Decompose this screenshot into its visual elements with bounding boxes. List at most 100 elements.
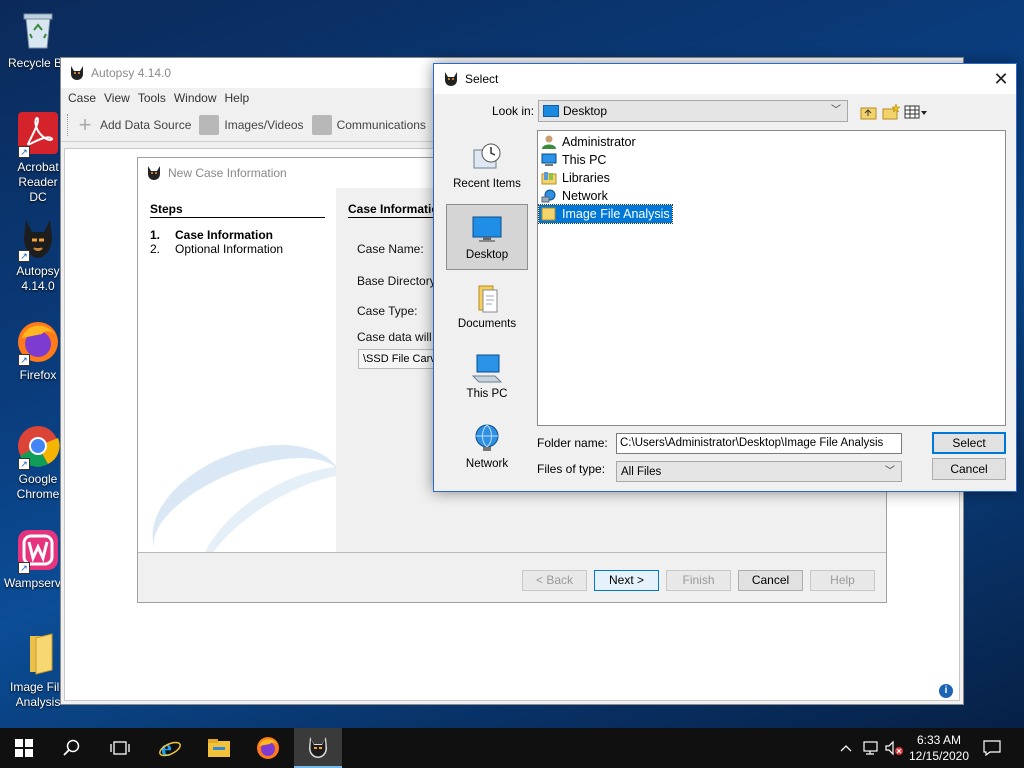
acrobat-reader-icon: ↗ bbox=[16, 112, 60, 158]
place-label: This PC bbox=[466, 388, 508, 400]
desktop-monitor-icon bbox=[543, 105, 559, 117]
place-desktop[interactable]: Desktop bbox=[446, 204, 528, 270]
select-button[interactable]: Select bbox=[932, 432, 1006, 454]
communications-button[interactable]: Communications bbox=[311, 114, 426, 135]
up-folder-icon[interactable] bbox=[860, 103, 878, 121]
files-of-type-dropdown[interactable]: All Files ﹀ bbox=[616, 461, 902, 482]
new-folder-icon[interactable] bbox=[882, 103, 901, 121]
menu-window[interactable]: Window bbox=[170, 91, 221, 105]
look-in-label: Look in: bbox=[492, 104, 535, 118]
desktop-icon-label: Image File Analysis bbox=[9, 680, 67, 709]
recent-items-icon bbox=[471, 142, 503, 174]
place-label: Network bbox=[465, 458, 509, 470]
tray-overflow-button[interactable] bbox=[836, 728, 856, 768]
folder-name-label: Folder name: bbox=[537, 436, 608, 450]
select-dialog-titlebar[interactable]: Select ✕ bbox=[434, 64, 1016, 94]
documents-icon bbox=[471, 282, 503, 314]
search-button[interactable] bbox=[48, 728, 96, 768]
desktop-icon-label: Recycle Bin bbox=[8, 56, 68, 70]
add-data-source-button[interactable]: + Add Data Source bbox=[75, 113, 192, 135]
file-explorer-icon bbox=[208, 739, 230, 757]
place-network[interactable]: Network bbox=[446, 414, 528, 480]
list-item[interactable]: Libraries bbox=[539, 169, 612, 187]
wizard-cancel-button[interactable]: Cancel bbox=[738, 570, 803, 591]
place-this-pc[interactable]: This PC bbox=[446, 344, 528, 410]
taskbar-firefox[interactable] bbox=[244, 728, 292, 768]
back-button[interactable]: < Back bbox=[522, 570, 587, 591]
autopsy-window-title: Autopsy 4.14.0 bbox=[91, 66, 172, 80]
desktop-icon-label: Google Chrome bbox=[16, 472, 60, 501]
select-cancel-button[interactable]: Cancel bbox=[932, 458, 1006, 480]
autopsy-app-icon bbox=[71, 66, 83, 80]
start-button[interactable] bbox=[0, 728, 48, 768]
list-item[interactable]: Image File Analysis bbox=[538, 204, 673, 224]
user-icon bbox=[542, 135, 556, 149]
computer-icon bbox=[541, 153, 557, 166]
help-button[interactable]: Help bbox=[810, 570, 875, 591]
shortcut-arrow-icon: ↗ bbox=[18, 146, 30, 158]
menu-view[interactable]: View bbox=[100, 91, 134, 105]
menu-help[interactable]: Help bbox=[221, 91, 254, 105]
finish-button[interactable]: Finish bbox=[666, 570, 731, 591]
select-dialog-title: Select bbox=[465, 72, 499, 86]
action-center-button[interactable] bbox=[980, 728, 1004, 768]
navigation-tools bbox=[860, 103, 928, 121]
folder-icon bbox=[541, 207, 556, 221]
notification-icon bbox=[983, 740, 1001, 756]
place-label: Recent Items bbox=[453, 178, 521, 190]
taskbar-autopsy[interactable] bbox=[294, 728, 342, 768]
clock-time: 6:33 AM bbox=[916, 733, 962, 747]
taskbar-file-explorer[interactable] bbox=[195, 728, 243, 768]
steps-header: Steps bbox=[150, 202, 325, 218]
network-icon bbox=[541, 189, 556, 203]
shortcut-arrow-icon: ↗ bbox=[18, 458, 30, 470]
view-menu-icon[interactable] bbox=[904, 103, 928, 121]
places-bar: Recent Items Desktop Documents This PC N… bbox=[446, 134, 528, 484]
case-type-label: Case Type: bbox=[357, 304, 418, 318]
toolbar-grip bbox=[67, 113, 69, 136]
firefox-icon: ↗ bbox=[16, 320, 60, 366]
chevron-down-icon: ﹀ bbox=[831, 105, 841, 116]
folder-icon bbox=[16, 632, 60, 676]
shortcut-arrow-icon: ↗ bbox=[18, 354, 30, 366]
file-list: Administrator This PC Libraries Network … bbox=[537, 130, 1006, 426]
task-view-button[interactable] bbox=[96, 728, 144, 768]
close-icon[interactable]: ✕ bbox=[986, 64, 1016, 94]
taskbar-internet-explorer[interactable]: e bbox=[146, 728, 194, 768]
list-item[interactable]: Administrator bbox=[539, 133, 638, 151]
list-item[interactable]: Network bbox=[539, 187, 610, 205]
place-recent-items[interactable]: Recent Items bbox=[446, 134, 528, 200]
menu-case[interactable]: Case bbox=[64, 91, 100, 105]
search-icon bbox=[63, 739, 80, 756]
look-in-dropdown[interactable]: Desktop ﹀ bbox=[538, 100, 848, 122]
step-item: 1. Case Information bbox=[150, 228, 274, 242]
wizard-title: New Case Information bbox=[168, 166, 287, 180]
communications-label: Communications bbox=[336, 117, 426, 132]
windows-logo-icon bbox=[15, 739, 33, 757]
network-tray-icon bbox=[863, 741, 878, 755]
add-data-source-label: Add Data Source bbox=[100, 117, 192, 132]
look-in-value: Desktop bbox=[563, 104, 608, 118]
tray-network[interactable] bbox=[860, 728, 882, 768]
task-view-icon bbox=[110, 741, 130, 755]
tray-volume[interactable] bbox=[883, 728, 905, 768]
info-icon[interactable]: i bbox=[939, 684, 953, 698]
recycle-bin-icon bbox=[16, 8, 60, 52]
place-label: Desktop bbox=[465, 249, 509, 261]
list-item[interactable]: This PC bbox=[539, 151, 608, 169]
desktop-icon-label: Wampserver bbox=[4, 576, 64, 590]
menu-tools[interactable]: Tools bbox=[134, 91, 170, 105]
next-button[interactable]: Next > bbox=[594, 570, 659, 591]
folder-name-input[interactable]: C:\Users\Administrator\Desktop\Image Fil… bbox=[616, 433, 902, 454]
images-videos-label: Images/Videos bbox=[224, 117, 304, 132]
place-documents[interactable]: Documents bbox=[446, 274, 528, 340]
internet-explorer-icon: e bbox=[159, 736, 181, 760]
taskbar-clock[interactable]: 6:33 AM 12/15/2020 bbox=[904, 732, 974, 764]
step-item: 2. Optional Information bbox=[150, 242, 284, 256]
chevron-up-icon bbox=[840, 745, 852, 752]
library-icon bbox=[541, 172, 557, 185]
volume-muted-icon bbox=[885, 740, 903, 756]
shortcut-arrow-icon: ↗ bbox=[18, 562, 30, 574]
shortcut-arrow-icon: ↗ bbox=[18, 250, 30, 262]
images-videos-button[interactable]: Images/Videos bbox=[199, 114, 304, 135]
